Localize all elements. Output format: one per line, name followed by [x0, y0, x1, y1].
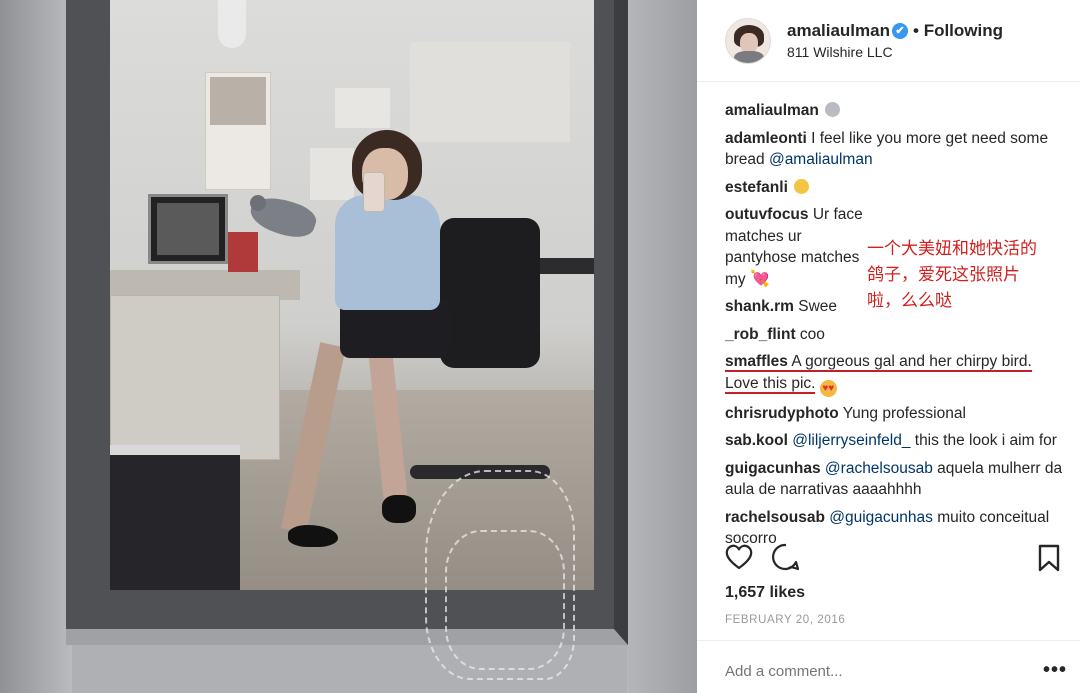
- chinese-annotation: 一个大美妞和她快活的鸽子，爱死这张照片啦，么么哒: [867, 236, 1042, 314]
- post-header: amaliaulman ✔ • Following 811 Wilshire L…: [697, 0, 1080, 82]
- comment-item: _rob_flint coo: [725, 324, 1065, 346]
- wall-left: [0, 0, 72, 693]
- header-username[interactable]: amaliaulman: [787, 21, 890, 41]
- bookmark-icon[interactable]: [1037, 544, 1061, 572]
- person-shirt: [335, 195, 440, 310]
- add-comment-bar: •••: [697, 640, 1080, 693]
- comment-username[interactable]: sab.kool: [725, 432, 788, 449]
- location-link[interactable]: 811 Wilshire LLC: [787, 44, 893, 60]
- heart-arrow-emoji-icon: 💘: [749, 270, 770, 288]
- wall-calendar: [205, 72, 271, 190]
- heart-icon[interactable]: [724, 542, 754, 572]
- comment-username[interactable]: outuvfocus: [725, 206, 809, 223]
- trash-bin: [110, 445, 240, 590]
- wire-sculpture: [445, 530, 565, 670]
- comment-item: estefanli: [725, 177, 1065, 199]
- shoe: [382, 495, 416, 523]
- pigeon-head: [250, 195, 266, 211]
- pigeon-emoji-icon: [825, 102, 841, 117]
- avatar[interactable]: [725, 18, 771, 64]
- comment-username[interactable]: guigacunhas: [725, 460, 821, 477]
- add-comment-input[interactable]: [725, 663, 1005, 680]
- comment-item: amaliaulman: [725, 100, 1065, 122]
- heart-eyes-emoji-icon: ♥♥: [819, 379, 837, 397]
- likes-count[interactable]: 1,657 likes: [725, 584, 805, 602]
- comment-username[interactable]: amaliaulman: [725, 102, 819, 119]
- comment-text: this the look i aim for: [910, 432, 1057, 449]
- following-label: Following: [923, 21, 1004, 40]
- comment-item: chrisrudyphoto Yung professional: [725, 403, 1065, 425]
- comment-item: smaffles A gorgeous gal and her chirpy b…: [725, 351, 1065, 397]
- wall-right: [627, 0, 697, 693]
- comment-list: amaliaulman adamleonti I feel like you m…: [725, 100, 1065, 556]
- comment-mention[interactable]: @liljerryseinfeld_: [792, 432, 910, 449]
- computer-monitor: [148, 194, 228, 264]
- wall-note: [335, 88, 390, 128]
- comment-mention[interactable]: @rachelsousab: [825, 460, 933, 477]
- comment-username[interactable]: estefanli: [725, 179, 788, 196]
- post-actions: [697, 540, 1080, 580]
- post-date: FEBRUARY 20, 2016: [725, 614, 846, 626]
- post-panel: amaliaulman ✔ • Following 811 Wilshire L…: [697, 0, 1080, 693]
- office-chair: [440, 218, 540, 368]
- highlighted-comment: smaffles A gorgeous gal and her chirpy b…: [725, 353, 1032, 394]
- comment-username[interactable]: chrisrudyphoto: [725, 405, 839, 422]
- wall-clock: [218, 0, 246, 48]
- comment-text: coo: [795, 325, 825, 343]
- follow-separator: •: [913, 21, 919, 40]
- baby-chick-emoji-icon: [794, 178, 810, 194]
- desk-cabinet: [110, 295, 280, 460]
- comment-mention[interactable]: @amaliaulman: [769, 151, 873, 168]
- comment-text: Swee: [793, 298, 838, 315]
- post-photo[interactable]: [0, 0, 697, 693]
- more-options-icon[interactable]: •••: [1043, 659, 1067, 682]
- phone: [363, 172, 385, 212]
- wall-note: [310, 148, 354, 200]
- comment-icon[interactable]: [771, 542, 801, 572]
- comment-username[interactable]: _rob_flint: [725, 326, 796, 343]
- comment-item: outuvfocus Ur face matches ur pantyhose …: [725, 204, 875, 290]
- comment-item: guigacunhas @rachelsousab aquela mulherr…: [725, 458, 1065, 501]
- comment-text: Yung professional: [838, 404, 966, 422]
- wall-paper: [410, 42, 570, 142]
- comment-username[interactable]: smaffles: [725, 353, 788, 370]
- verified-badge-icon: ✔: [892, 23, 908, 39]
- comment-mention[interactable]: @guigacunhas: [829, 509, 933, 526]
- comment-username[interactable]: shank.rm: [725, 298, 794, 315]
- comment-item: sab.kool @liljerryseinfeld_ this the loo…: [725, 430, 1065, 452]
- comment-username[interactable]: rachelsousab: [725, 509, 825, 526]
- comment-item: adamleonti I feel like you more get need…: [725, 128, 1065, 171]
- comment-username[interactable]: adamleonti: [725, 130, 807, 147]
- red-box: [228, 232, 258, 272]
- following-button[interactable]: • Following: [913, 21, 1003, 41]
